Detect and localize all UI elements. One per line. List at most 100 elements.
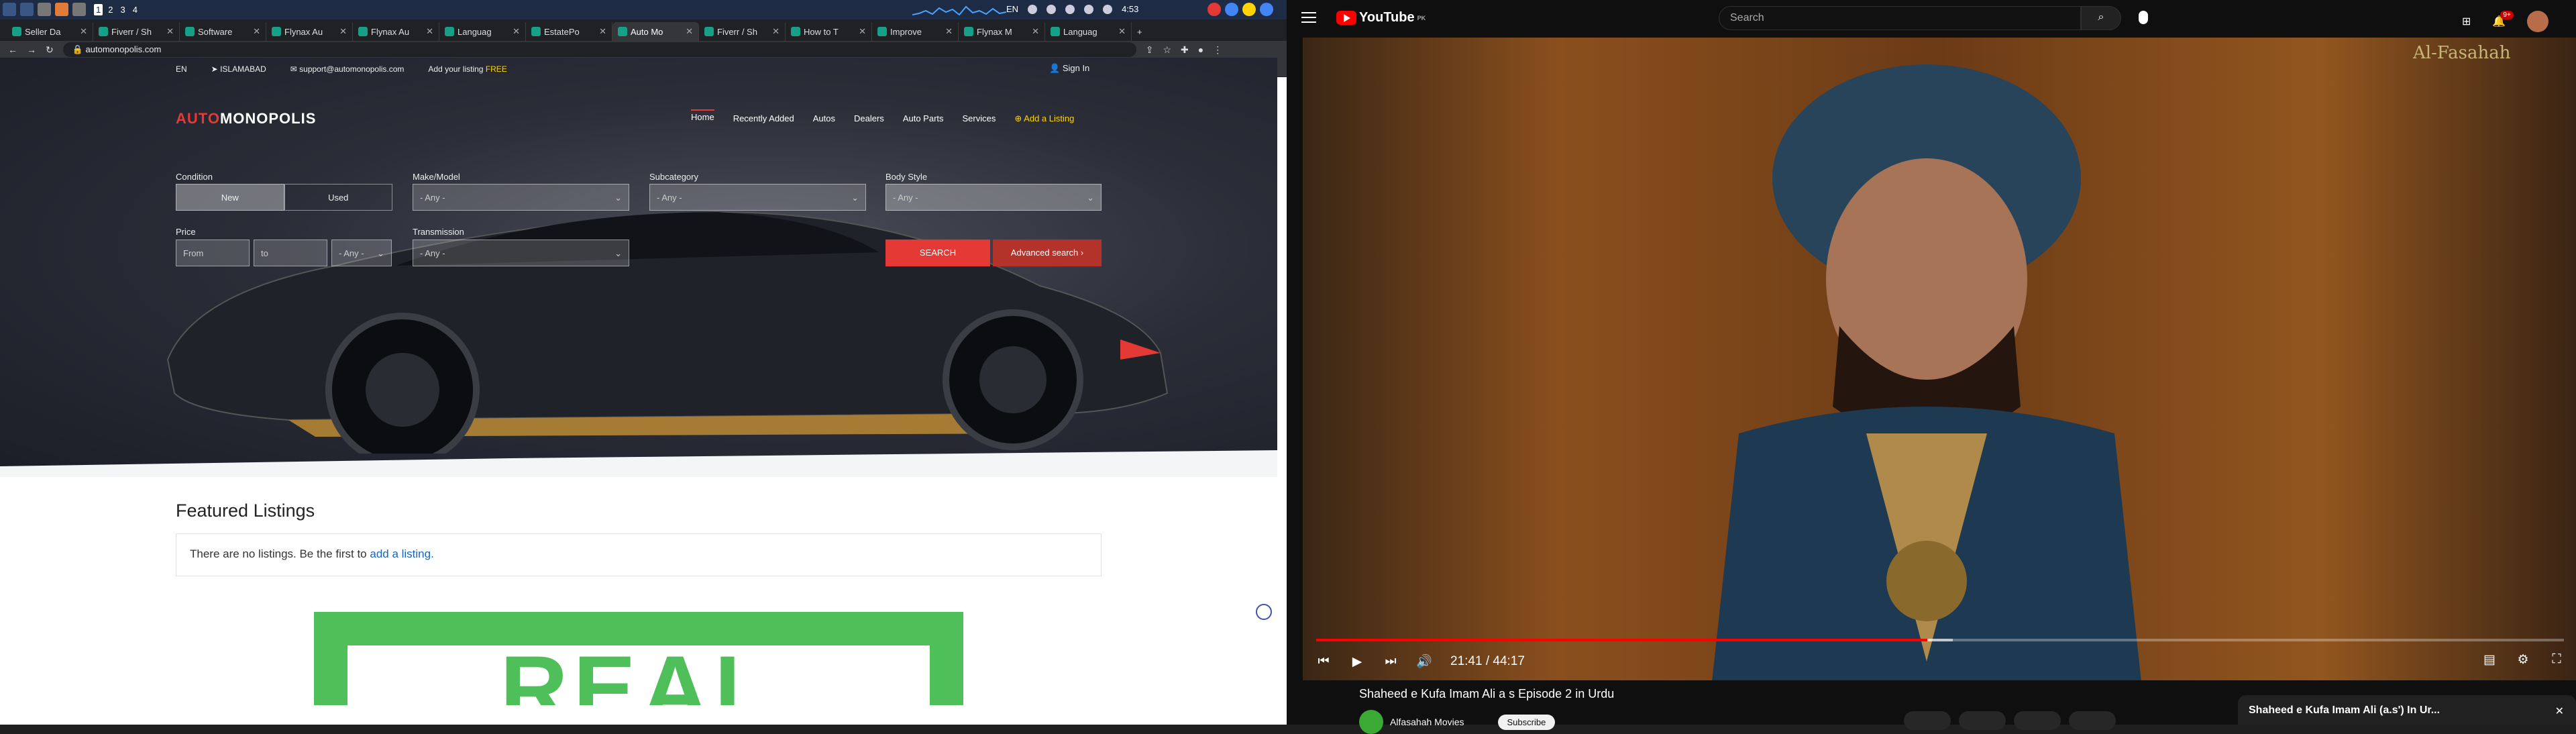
close-tab-icon[interactable]: ✕	[166, 26, 174, 37]
channel-name[interactable]: Alfasahah Movies	[1390, 717, 1464, 727]
settings-gear-icon[interactable]: ⚙	[2516, 652, 2530, 667]
browser-tab[interactable]: Flynax Au ✕	[266, 22, 353, 41]
files-icon[interactable]	[20, 3, 34, 16]
video-player[interactable]: Al-Fasahah ⏮ ▶ ⏭ 🔊 21:41 / 44:17 ▤ ⚙ ⛶	[1303, 38, 2576, 680]
menu-icon[interactable]: ⋮	[1213, 44, 1222, 56]
condition-new[interactable]: New	[176, 184, 284, 211]
browser-tab[interactable]: Auto Mo ✕	[612, 22, 699, 41]
close-tab-icon[interactable]: ✕	[1118, 26, 1126, 37]
new-tab-button[interactable]: +	[1132, 22, 1159, 41]
sign-in-link[interactable]: 👤 Sign In	[1049, 63, 1089, 74]
previous-icon[interactable]: ⏮	[1316, 654, 1331, 669]
browser-tab[interactable]: Improve ✕	[872, 22, 959, 41]
app-menu-icon[interactable]	[3, 3, 16, 16]
miniplayer-bar[interactable]: Shaheed e Kufa Imam Ali (a.s') In Ur... …	[2238, 695, 2576, 725]
next-icon[interactable]: ⏭	[1383, 654, 1398, 669]
close-tab-icon[interactable]: ✕	[426, 26, 433, 37]
extensions-icon[interactable]: ✚	[1181, 44, 1189, 56]
bookmark-star-icon[interactable]: ☆	[1163, 44, 1171, 56]
advanced-search-button[interactable]: Advanced search ›	[993, 240, 1102, 266]
close-tab-icon[interactable]: ✕	[80, 26, 87, 37]
add-listing-link[interactable]: add a listing.	[370, 547, 433, 560]
browser-tab[interactable]: Languag ✕	[1045, 22, 1132, 41]
firefox-icon[interactable]	[55, 3, 68, 16]
play-icon[interactable]: ▶	[1350, 654, 1364, 669]
save-button[interactable]	[2069, 711, 2116, 730]
network-icon[interactable]	[1028, 4, 1038, 14]
add-listing-button[interactable]: ⊕ Add a Listing	[1014, 113, 1074, 124]
nav-recently-added[interactable]: Recently Added	[733, 113, 794, 124]
real-estate-banner[interactable]: REAL ESTATE	[314, 612, 963, 705]
forward-icon[interactable]: →	[27, 44, 36, 55]
keyboard-layout[interactable]: EN	[1006, 4, 1018, 14]
channel-avatar[interactable]	[1359, 710, 1383, 734]
close-tab-icon[interactable]: ✕	[772, 26, 780, 37]
app-tray-icon[interactable]	[1208, 3, 1221, 16]
clock[interactable]: 4:53	[1122, 4, 1138, 14]
browser-tab[interactable]: Flynax Au ✕	[353, 22, 439, 41]
share-button[interactable]	[1959, 711, 2006, 730]
nav-autos[interactable]: Autos	[813, 113, 835, 124]
reload-icon[interactable]: ↻	[46, 44, 54, 56]
captions-icon[interactable]: ▤	[2482, 652, 2497, 667]
close-tab-icon[interactable]: ✕	[253, 26, 260, 37]
transmission-select[interactable]: - Any - ⌄	[413, 240, 629, 266]
nav-auto-parts[interactable]: Auto Parts	[903, 113, 944, 124]
mic-icon[interactable]	[2139, 11, 2148, 24]
browser-tab[interactable]: Flynax M ✕	[959, 22, 1045, 41]
workspace-4[interactable]: 4	[131, 4, 140, 15]
close-tab-icon[interactable]: ✕	[513, 26, 520, 37]
price-to-input[interactable]: to	[254, 240, 327, 266]
profile-icon[interactable]: ●	[1198, 44, 1203, 55]
youtube-logo[interactable]: YouTube PK	[1336, 10, 1426, 25]
workspace-3[interactable]: 3	[118, 4, 127, 15]
browser-tab[interactable]: Software ✕	[180, 22, 266, 41]
condition-used[interactable]: Used	[284, 184, 392, 211]
location-link[interactable]: ➤ ISLAMABAD	[211, 64, 266, 74]
close-tab-icon[interactable]: ✕	[945, 26, 953, 37]
body-style-select[interactable]: - Any - ⌄	[885, 184, 1102, 211]
close-tab-icon[interactable]: ✕	[859, 26, 866, 37]
chrome-tray-icon[interactable]	[1225, 3, 1238, 16]
browser-tab[interactable]: Languag ✕	[439, 22, 526, 41]
email-link[interactable]: ✉ support@automonopolis.com	[290, 64, 405, 74]
hamburger-menu-icon[interactable]	[1301, 12, 1316, 23]
workspace-switcher[interactable]: 1 2 3 4	[94, 3, 140, 15]
search-icon[interactable]: ⌕	[2081, 6, 2121, 30]
nav-dealers[interactable]: Dealers	[854, 113, 884, 124]
clip-button[interactable]	[2014, 711, 2061, 730]
terminal-icon[interactable]	[38, 3, 51, 16]
language-select[interactable]: EN	[176, 64, 187, 74]
chrome-icon[interactable]	[1242, 3, 1256, 16]
currency-select[interactable]: - Any - ⌄	[331, 240, 392, 266]
close-tab-icon[interactable]: ✕	[686, 26, 693, 37]
subcategory-select[interactable]: - Any - ⌄	[649, 184, 866, 211]
nav-services[interactable]: Services	[963, 113, 996, 124]
browser-tab[interactable]: How to T ✕	[786, 22, 872, 41]
create-icon[interactable]: ⊞	[2462, 15, 2471, 28]
workspace-2[interactable]: 2	[106, 4, 115, 15]
notifications-icon[interactable]	[1084, 4, 1094, 14]
search-button[interactable]: SEARCH	[885, 240, 990, 266]
video-progress-bar[interactable]	[1316, 639, 2564, 641]
close-tab-icon[interactable]: ✕	[599, 26, 606, 37]
volume-icon[interactable]: 🔊	[1416, 654, 1432, 669]
share-icon[interactable]: ⇪	[1146, 44, 1154, 56]
volume-icon[interactable]	[1065, 4, 1075, 14]
back-icon[interactable]: ←	[8, 44, 17, 55]
workspace-1[interactable]: 1	[94, 3, 103, 15]
chat-widget-icon[interactable]	[1256, 604, 1272, 620]
subscribe-button[interactable]: Subscribe	[1497, 714, 1556, 730]
price-from-input[interactable]: From	[176, 240, 250, 266]
browser-tab[interactable]: Fiverr / Sh ✕	[93, 22, 180, 41]
address-bar[interactable]: 🔒 automonopolis.com	[62, 42, 1136, 57]
close-tab-icon[interactable]: ✕	[339, 26, 347, 37]
folder-icon[interactable]	[72, 3, 86, 16]
close-tab-icon[interactable]: ✕	[1032, 26, 1039, 37]
browser-tab[interactable]: Fiverr / Sh ✕	[699, 22, 786, 41]
like-button[interactable]	[1904, 711, 1951, 730]
fullscreen-icon[interactable]: ⛶	[2549, 652, 2564, 667]
site-logo[interactable]: AUTOMONOPOLIS	[176, 110, 316, 127]
youtube-search-input[interactable]: Search	[1719, 6, 2081, 30]
close-icon[interactable]: ✕	[2555, 704, 2564, 718]
